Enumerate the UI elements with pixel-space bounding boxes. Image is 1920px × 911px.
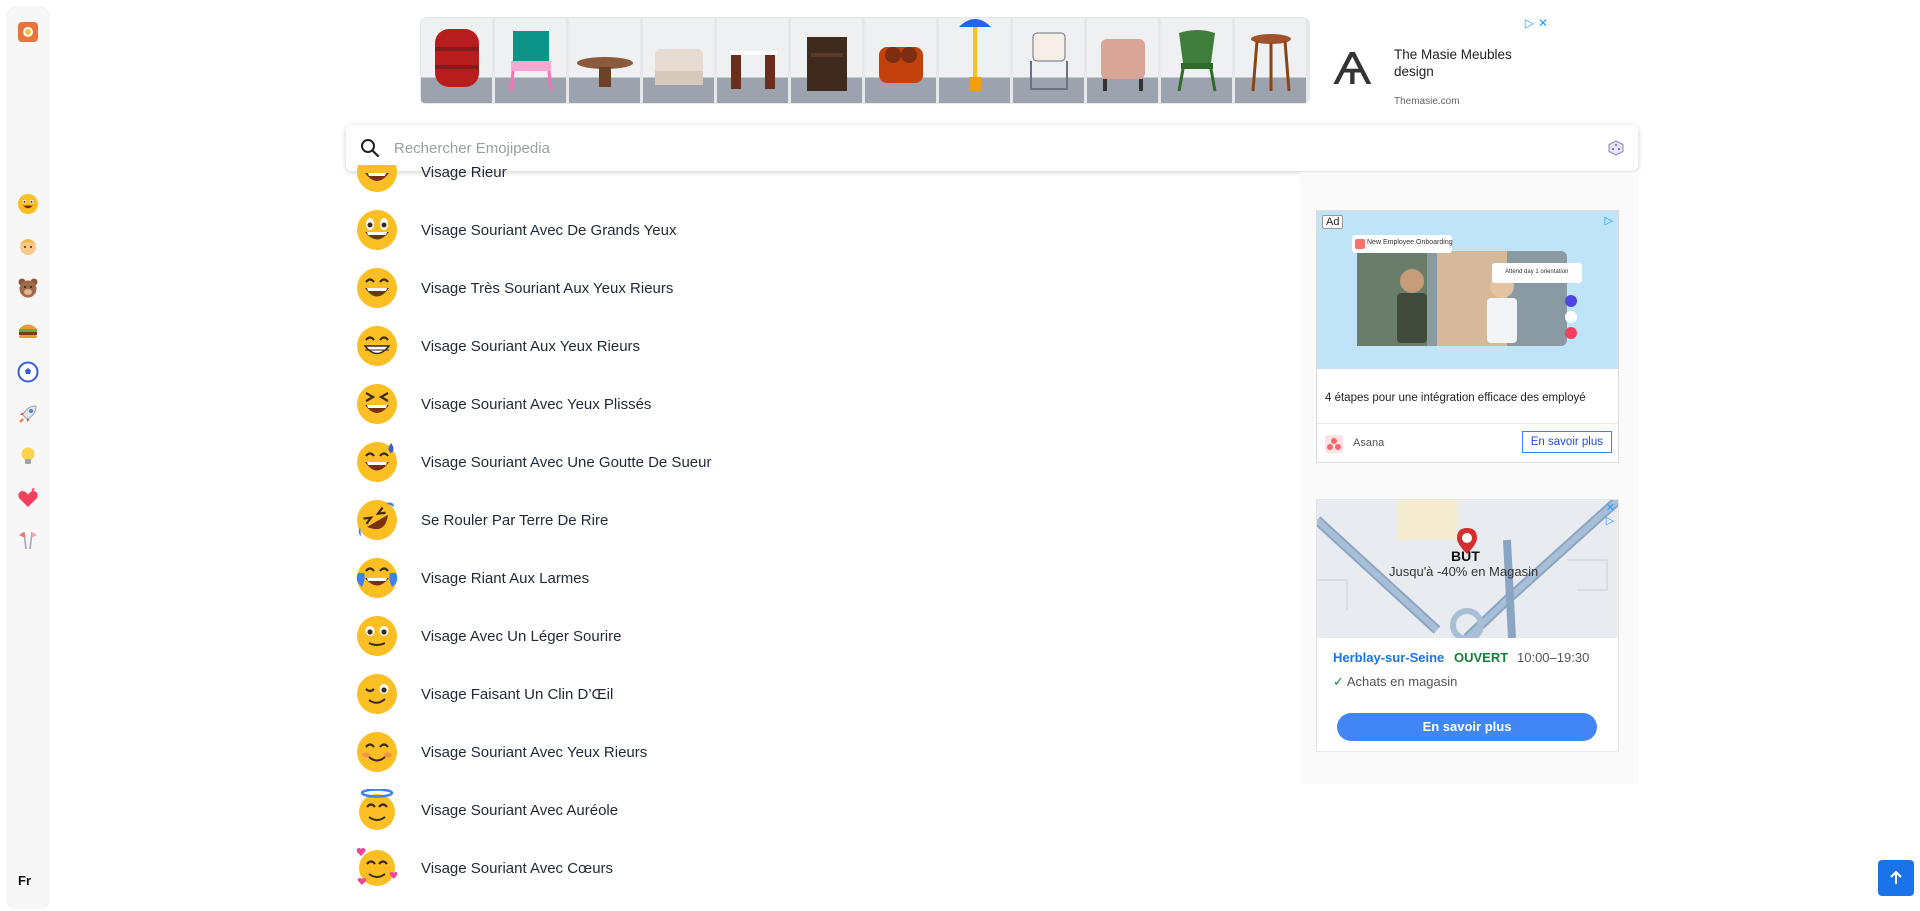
- top-ad-banner[interactable]: Ѧ The Masie Meubles design Themasie.com …: [420, 16, 1564, 107]
- ad-headline[interactable]: 4 étapes pour une intégration efficace d…: [1325, 392, 1586, 404]
- learn-more-button[interactable]: En savoir plus: [1521, 431, 1612, 453]
- ad-brand-url[interactable]: Themasie.com: [1394, 96, 1460, 107]
- sweat-smile-icon: [357, 442, 397, 482]
- close-icon[interactable]: ✕: [1538, 16, 1548, 30]
- tears-of-joy-icon: [356, 558, 398, 598]
- check-icon: ✓: [1333, 674, 1344, 689]
- product-tile[interactable]: [1235, 18, 1306, 103]
- ad-brand-block[interactable]: Ѧ The Masie Meubles design Themasie.com: [1330, 26, 1564, 107]
- random-dice-icon[interactable]: [1608, 140, 1624, 156]
- list-item-label: Visage Riant Aux Larmes: [421, 569, 590, 587]
- but-store-ad[interactable]: BUT Jusqu'à -40% en Magasin ✕ ▷ Herblay-s…: [1316, 499, 1619, 752]
- list-item[interactable]: Se Rouler Par Terre De Rire: [356, 491, 1256, 549]
- list-item[interactable]: Visage Rieur: [356, 143, 1256, 201]
- laughing-face-icon: [356, 151, 398, 193]
- product-tile[interactable]: [421, 18, 492, 103]
- beaming-face-icon: [357, 326, 397, 366]
- map-image[interactable]: BUT Jusqu'à -40% en Magasin ✕ ▷: [1317, 500, 1618, 638]
- list-item-label: Visage Très Souriant Aux Yeux Rieurs: [421, 279, 674, 297]
- language-selector[interactable]: Fr: [18, 873, 31, 888]
- flags-icon[interactable]: [16, 528, 40, 552]
- product-tile[interactable]: [1087, 18, 1158, 103]
- adchoices-controls[interactable]: ▷ ✕: [1525, 16, 1548, 30]
- asana-ad[interactable]: New Employee Onboarding Attend day 1 ori…: [1316, 210, 1619, 463]
- adchoices-icon[interactable]: ▷: [1525, 16, 1534, 30]
- list-item-label: Visage Souriant Avec Auréole: [421, 801, 619, 819]
- store-hours: 10:00–19:30: [1517, 650, 1590, 665]
- rolling-on-floor-laughing-icon: [357, 500, 397, 540]
- product-tile[interactable]: [643, 18, 714, 103]
- light-bulb-icon[interactable]: [16, 444, 40, 468]
- scroll-to-top-button[interactable]: [1878, 860, 1914, 896]
- ad-card-label: Attend day 1 orientation: [1505, 269, 1569, 275]
- list-item-label: Visage Rieur: [421, 163, 507, 181]
- person-icon[interactable]: [16, 234, 40, 258]
- masie-logo-icon: Ѧ: [1333, 44, 1372, 95]
- grinning-smiling-eyes-icon: [357, 268, 397, 308]
- halo-face-icon: [359, 789, 395, 830]
- right-ad-column: New Employee Onboarding Attend day 1 ori…: [1300, 172, 1638, 784]
- product-tile[interactable]: [569, 18, 640, 103]
- ad-card-label: New Employee Onboarding: [1367, 239, 1453, 246]
- store-feature: ✓ Achats en magasin: [1333, 674, 1458, 689]
- list-item[interactable]: Visage Riant Aux Larmes: [356, 549, 1256, 607]
- list-item-label: Visage Avec Un Léger Sourire: [421, 627, 622, 645]
- product-tile[interactable]: [791, 18, 862, 103]
- smiling-hearts-icon: [356, 848, 398, 886]
- list-item[interactable]: Visage Souriant Avec Une Goutte De Sueur: [356, 433, 1256, 491]
- list-item[interactable]: Visage Souriant Avec Cœurs: [356, 839, 1256, 897]
- grinning-face-icon[interactable]: [16, 192, 40, 216]
- squinting-face-icon: [357, 384, 397, 424]
- list-item-label: Visage Souriant Aux Yeux Rieurs: [421, 337, 641, 355]
- soccer-ball-icon[interactable]: [16, 360, 40, 384]
- category-rail: Fr: [8, 8, 48, 908]
- furniture-carousel[interactable]: [420, 17, 1310, 104]
- product-tile[interactable]: [1161, 18, 1232, 103]
- ad-image[interactable]: New Employee Onboarding Attend day 1 ori…: [1317, 211, 1618, 369]
- list-item-label: Visage Souriant Avec Une Goutte De Sueur: [421, 453, 712, 471]
- arrow-up-icon: [1890, 870, 1902, 884]
- store-status: OUVERT: [1454, 650, 1509, 665]
- product-tile[interactable]: [717, 18, 788, 103]
- list-item[interactable]: Visage Faisant Un Clin D’Œil: [356, 665, 1256, 723]
- store-brand: BUT: [1451, 548, 1480, 564]
- grinning-big-eyes-icon: [357, 210, 397, 250]
- emojipedia-logo-icon[interactable]: [18, 22, 38, 42]
- list-item-label: Visage Faisant Un Clin D’Œil: [421, 685, 614, 703]
- list-item[interactable]: Visage Souriant Avec De Grands Yeux: [356, 201, 1256, 259]
- list-item-label: Se Rouler Par Terre De Rire: [421, 511, 609, 529]
- asana-logo-icon: [1325, 435, 1343, 453]
- list-item[interactable]: Visage Avec Un Léger Sourire: [356, 607, 1256, 665]
- list-item[interactable]: Visage Souriant Avec Auréole: [356, 781, 1256, 839]
- close-icon[interactable]: ✕ ▷: [1606, 501, 1615, 527]
- ad-brand-title[interactable]: The Masie Meubles design: [1394, 46, 1544, 80]
- heart-icon[interactable]: [16, 486, 40, 510]
- bear-icon[interactable]: [16, 276, 40, 300]
- product-tile[interactable]: [495, 18, 566, 103]
- list-item-label: Visage Souriant Avec De Grands Yeux: [421, 221, 677, 239]
- adchoices-icon[interactable]: ▷: [1605, 214, 1613, 227]
- store-location[interactable]: Herblay-sur-Seine: [1333, 650, 1444, 665]
- ad-footer: Asana En savoir plus: [1317, 423, 1618, 462]
- smiling-eyes-icon: [357, 732, 397, 772]
- winking-face-icon: [357, 674, 397, 714]
- list-item[interactable]: Visage Souriant Aux Yeux Rieurs: [356, 317, 1256, 375]
- list-item-label: Visage Souriant Avec Yeux Rieurs: [421, 743, 648, 761]
- burger-icon[interactable]: [16, 318, 40, 342]
- store-promo: Jusqu'à -40% en Magasin: [1389, 564, 1539, 579]
- learn-more-button[interactable]: En savoir plus: [1337, 713, 1597, 741]
- product-tile[interactable]: [939, 18, 1010, 103]
- list-item-label: Visage Souriant Avec Yeux Plissés: [421, 395, 652, 413]
- slightly-smiling-face-icon: [357, 616, 397, 656]
- product-tile[interactable]: [1013, 18, 1084, 103]
- ad-brand-name: Asana: [1353, 437, 1385, 449]
- product-tile[interactable]: [865, 18, 936, 103]
- ad-badge: Ad: [1322, 215, 1344, 229]
- list-item[interactable]: Visage Souriant Avec Yeux Rieurs: [356, 723, 1256, 781]
- list-item[interactable]: Visage Souriant Avec Yeux Plissés: [356, 375, 1256, 433]
- rocket-icon[interactable]: [16, 402, 40, 426]
- list-item-label: Visage Souriant Avec Cœurs: [421, 859, 614, 877]
- list-item[interactable]: Visage Très Souriant Aux Yeux Rieurs: [356, 259, 1256, 317]
